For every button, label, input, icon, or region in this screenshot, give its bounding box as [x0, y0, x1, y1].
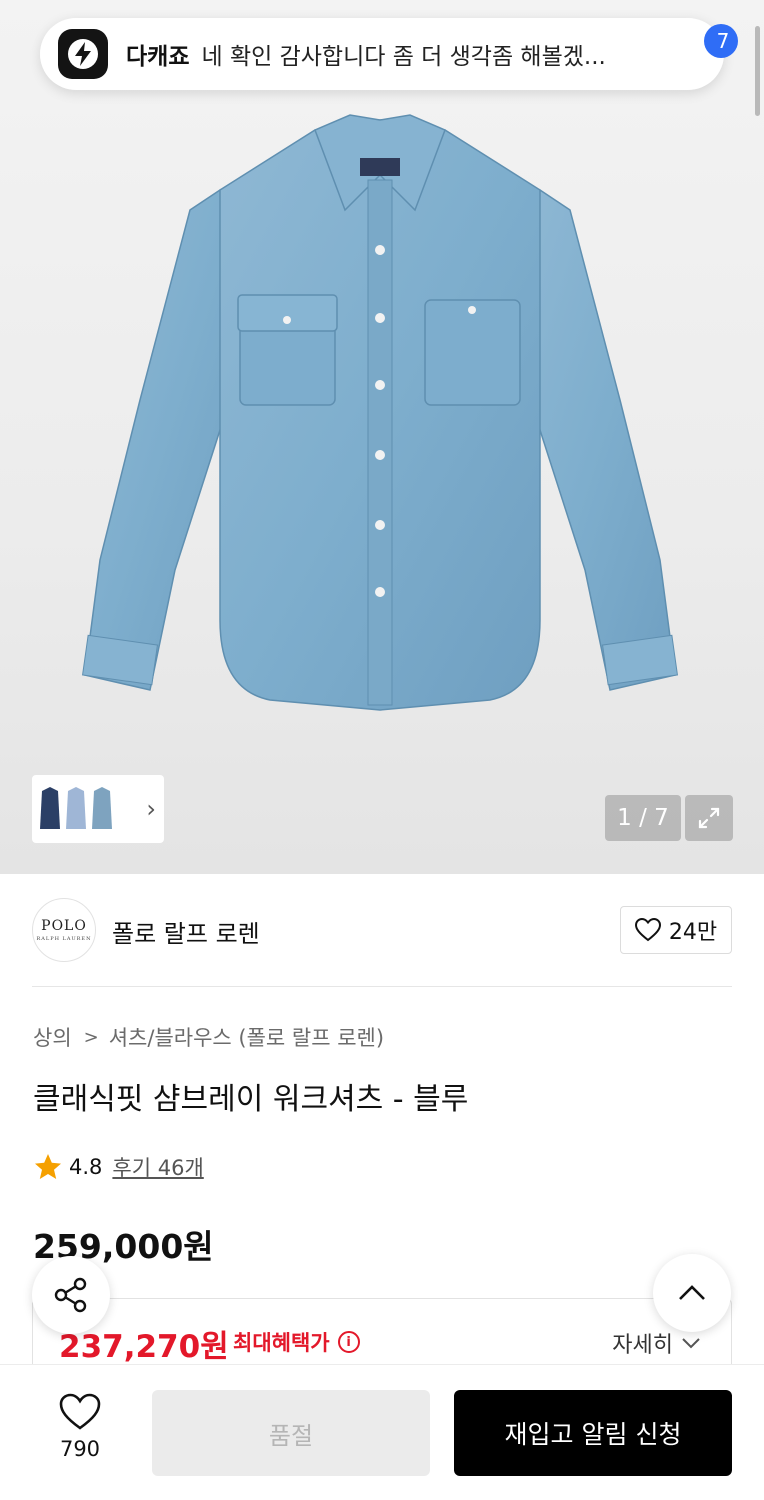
- heart-icon: [634, 918, 661, 942]
- thumbnail-strip[interactable]: ›: [32, 775, 164, 843]
- brand-like-button[interactable]: 24만: [620, 906, 732, 954]
- product-title: 클래식핏 샴브레이 워크셔츠 - 블루: [33, 1082, 469, 1117]
- wishlist-button[interactable]: 790: [44, 1393, 116, 1461]
- restock-alert-button[interactable]: 재입고 알림 신청: [454, 1390, 732, 1476]
- benefit-label: 최대혜택가 i: [233, 1327, 360, 1357]
- notification-message: 네 확인 감사합니다 좀 더 생각좀 해볼겠...: [201, 44, 606, 70]
- divider: [32, 986, 732, 987]
- rating-score: 4.8: [69, 1155, 103, 1179]
- share-icon: [54, 1277, 87, 1313]
- chevron-up-icon: [679, 1285, 705, 1300]
- thumbnail-light-blue[interactable]: [64, 783, 88, 835]
- bottom-action-bar: 790 품절 재입고 알림 신청: [0, 1364, 764, 1500]
- notification-app-name: 다캐죠: [126, 44, 190, 70]
- chevron-down-icon: [682, 1338, 700, 1349]
- brand-logo-subtext: RALPH LAUREN: [36, 936, 92, 942]
- breadcrumb-category[interactable]: 상의: [33, 1022, 72, 1052]
- lightning-icon: [58, 29, 108, 79]
- thumbnail-chambray[interactable]: [90, 783, 114, 835]
- expand-icon[interactable]: [685, 795, 733, 841]
- scrollbar[interactable]: [755, 26, 760, 116]
- notification-toast[interactable]: 다캐죠 네 확인 감사합니다 좀 더 생각좀 해볼겠...: [40, 18, 724, 90]
- share-button[interactable]: [32, 1256, 110, 1334]
- rating-row: 4.8 후기 46개: [33, 1152, 204, 1182]
- soldout-button: 품절: [152, 1390, 430, 1476]
- image-counter: 1 / 7: [605, 795, 681, 841]
- brand-name-link[interactable]: 폴로 랄프 로렌: [112, 914, 260, 949]
- breadcrumb: 상의 > 셔츠/블라우스 (폴로 랄프 로렌): [33, 1022, 384, 1052]
- heart-icon: [59, 1393, 101, 1430]
- brand-row: POLO RALPH LAUREN 폴로 랄프 로렌 24만: [32, 896, 732, 966]
- thumbnail-navy[interactable]: [38, 783, 62, 835]
- brand-logo-text: POLO: [41, 918, 87, 934]
- breadcrumb-subcategory[interactable]: 셔츠/블라우스 (폴로 랄프 로렌): [109, 1022, 384, 1052]
- detail-link-label: 자세히: [612, 1333, 673, 1358]
- info-icon[interactable]: i: [337, 1331, 360, 1353]
- product-image-shirt: [81, 114, 679, 711]
- brand-like-count: 24만: [668, 920, 718, 945]
- benefit-label-text: 최대혜택가: [233, 1331, 330, 1355]
- reviews-link[interactable]: 후기 46개: [112, 1152, 203, 1182]
- product-image-gallery[interactable]: [0, 0, 764, 874]
- wishlist-count: 790: [59, 1437, 101, 1461]
- scroll-to-top-button[interactable]: [653, 1254, 731, 1332]
- notification-badge: 7: [704, 24, 738, 58]
- chevron-right-icon[interactable]: ›: [146, 795, 156, 823]
- brand-logo[interactable]: POLO RALPH LAUREN: [32, 898, 96, 962]
- breadcrumb-separator: >: [83, 1026, 99, 1048]
- star-icon: [35, 1154, 61, 1179]
